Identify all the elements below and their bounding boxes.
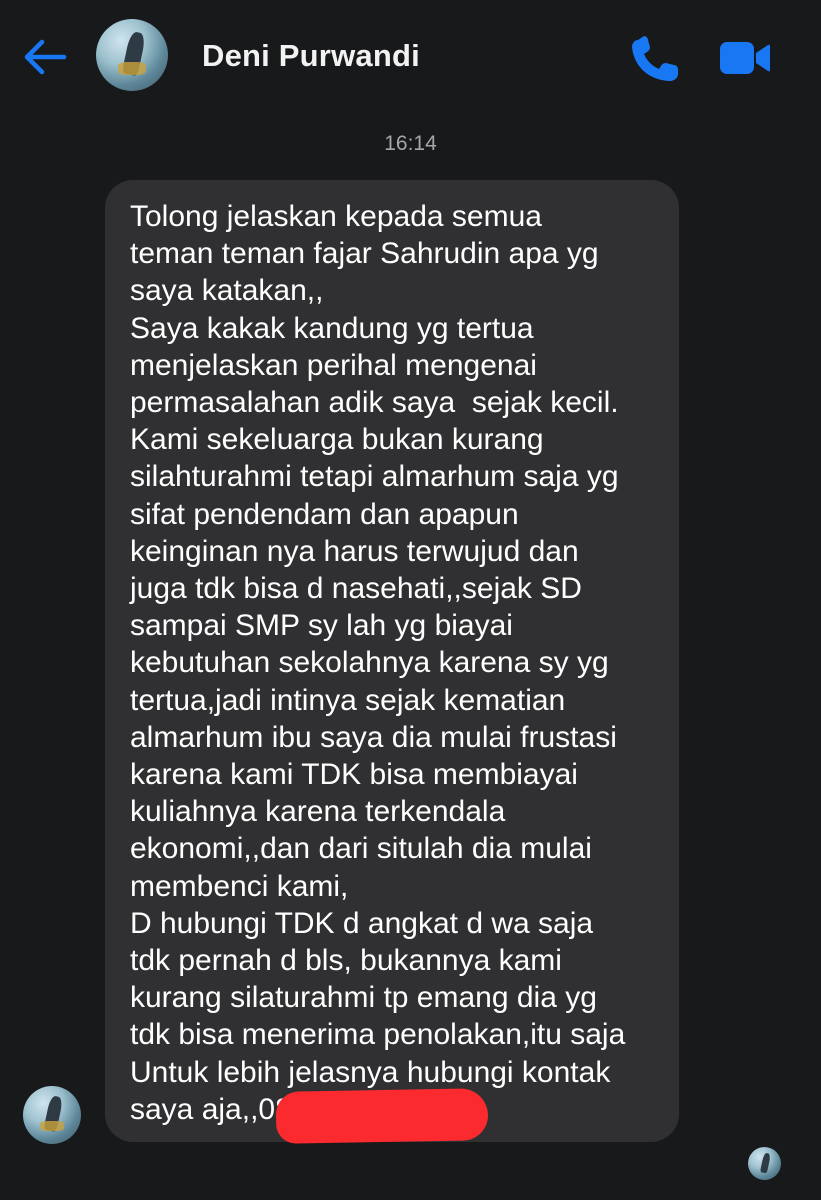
- message-line: ekonomi,,dan dari situlah dia mulai: [130, 832, 592, 866]
- message-line: almarhum ibu saya dia mulai frustasi: [130, 720, 617, 754]
- message-line: keinginan nya harus terwujud dan: [130, 534, 579, 568]
- contact-avatar[interactable]: [96, 19, 168, 91]
- back-button[interactable]: [20, 35, 68, 79]
- message-line: sampai SMP sy lah yg biayai: [130, 609, 513, 643]
- message-bubble[interactable]: Tolong jelaskan kepada semua teman teman…: [105, 180, 679, 1142]
- message-line: menjelaskan perihal mengenai: [130, 348, 537, 382]
- message-line: permasalahan adik saya sejak kecil.: [130, 386, 619, 420]
- message-line: teman teman fajar Sahrudin apa yg: [130, 237, 599, 271]
- chat-screen: Deni Purwandi 16:14 Tolong jelaskan kepa…: [0, 0, 821, 1200]
- voice-call-button[interactable]: [628, 34, 682, 84]
- contact-name[interactable]: Deni Purwandi: [202, 38, 420, 74]
- message-line: sifat pendendam dan apapun: [130, 497, 519, 531]
- message-line: D hubungi TDK d angkat d wa saja: [130, 906, 594, 940]
- avatar-detail: [40, 1120, 64, 1132]
- message-line: tdk bisa menerima penolakan,itu saja: [130, 1018, 626, 1052]
- message-line: tdk pernah d bls, bukannya kami: [130, 944, 562, 978]
- message-line: membenci kami,: [130, 869, 349, 903]
- message-line: kuliahnya karena terkendala: [130, 795, 506, 829]
- video-call-button[interactable]: [718, 36, 772, 80]
- avatar-detail: [117, 62, 147, 76]
- message-line: Untuk lebih jelasnya hubungi kontak: [130, 1055, 611, 1089]
- message-line: Kami sekeluarga bukan kurang: [130, 423, 544, 457]
- message-line: Saya kakak kandung yg tertua: [130, 311, 534, 345]
- back-arrow-icon: [24, 39, 67, 75]
- seen-indicator-avatar: [748, 1147, 781, 1180]
- message-line: kebutuhan sekolahnya karena sy yg: [130, 646, 609, 680]
- sender-avatar[interactable]: [23, 1086, 81, 1144]
- phone-number-redaction: [275, 1088, 489, 1144]
- message-line: tertua,jadi intinya sejak kematian: [130, 683, 566, 717]
- message-line: saya katakan,,: [130, 274, 324, 308]
- chat-header: Deni Purwandi: [0, 0, 821, 110]
- message-line: kurang silaturahmi tp emang dia yg: [130, 981, 597, 1015]
- avatar-figure: [759, 1152, 772, 1174]
- message-line: silahturahmi tetapi almarhum saja yg: [130, 460, 619, 494]
- phone-icon: [632, 36, 678, 81]
- message-line: Tolong jelaskan kepada semua: [130, 200, 542, 233]
- video-camera-icon: [720, 42, 770, 74]
- message-line: juga tdk bisa d nasehati,,sejak SD: [130, 572, 582, 606]
- message-line: karena kami TDK bisa membiayai: [130, 758, 578, 792]
- message-timestamp: 16:14: [384, 132, 437, 155]
